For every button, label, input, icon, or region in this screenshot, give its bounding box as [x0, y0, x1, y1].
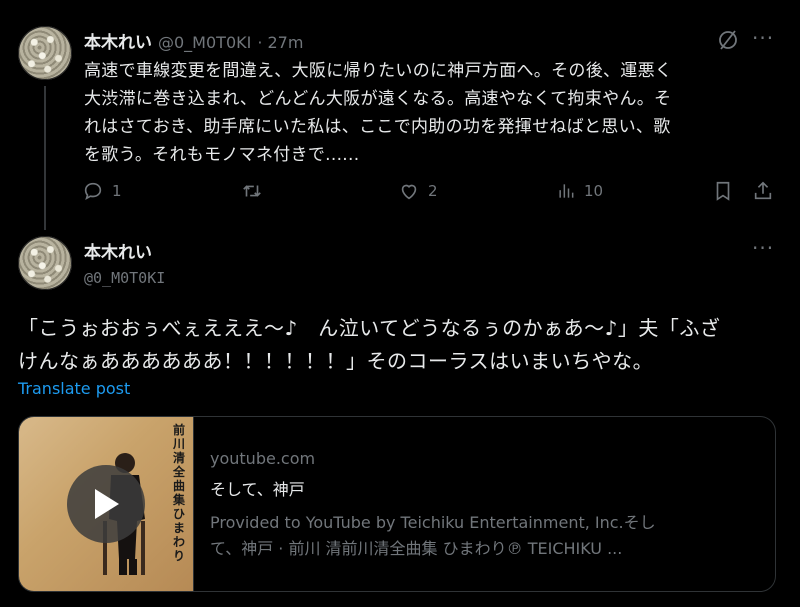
- views-icon: [559, 184, 574, 198]
- like-count: 2: [428, 182, 438, 200]
- tweet2-text: 「こうぉおおぅべぇえええ〜♪ ん泣いてどうなるぅのかぁあ〜♪」夫「ふざ けんなぁ…: [18, 312, 788, 378]
- reply-icon: [84, 182, 102, 201]
- like-button[interactable]: 2: [398, 180, 438, 202]
- reply-button[interactable]: 1: [82, 180, 122, 202]
- more-icon[interactable]: ···: [752, 26, 774, 50]
- play-button[interactable]: [67, 465, 145, 543]
- tweet1-text: 高速で車線変更を間違え、大阪に帰りたいのに神戸方面へ。その後、運悪く 大渋滞に巻…: [84, 57, 784, 169]
- author-handle[interactable]: @0_M0T0KI: [158, 33, 251, 52]
- text-line: れはさておき、助手席にいた私は、ここで内助の功を発揮せねばと思い、歌: [84, 117, 671, 137]
- translate-post-link[interactable]: Translate post: [18, 379, 130, 398]
- card-body: youtube.com そして、神戸 Provided to YouTube b…: [194, 417, 775, 591]
- tweet1-header: 本木れい @0_M0T0KI · 27m: [84, 28, 303, 53]
- text-line: 大渋滞に巻き込まれ、どんどん大阪が遠くなる。高速やなくて拘束やん。そ: [84, 89, 672, 109]
- link-card[interactable]: 前川清全曲集 ひまわり youtube.com そして、神戸 Provided …: [18, 416, 776, 592]
- author-handle[interactable]: @0_M0T0KI: [84, 269, 165, 287]
- text-line: 高速で車線変更を間違え、大阪に帰りたいのに神戸方面へ。その後、運悪く: [84, 61, 673, 81]
- reply-count: 1: [112, 182, 122, 200]
- repost-button[interactable]: [240, 180, 264, 202]
- avatar[interactable]: [18, 236, 72, 290]
- card-domain: youtube.com: [210, 449, 316, 468]
- more-icon[interactable]: ···: [752, 236, 774, 260]
- album-title: 前川清全曲集 ひまわり: [173, 423, 186, 563]
- views-count: 10: [584, 182, 604, 200]
- avatar[interactable]: [18, 26, 72, 80]
- views-button[interactable]: 10: [556, 180, 603, 202]
- bookmark-icon: [716, 181, 730, 201]
- author-name[interactable]: 本木れい: [84, 238, 165, 263]
- post-time[interactable]: · 27m: [257, 33, 303, 52]
- description-line: て、神戸 · 前川 清前川清全曲集 ひまわり℗ TEICHIKU ...: [210, 539, 623, 558]
- grok-icon[interactable]: [716, 28, 740, 52]
- text-line: けんなぁああああああ！！！！！！」そのコーラスはいまいちやな。: [18, 349, 654, 373]
- card-description: Provided to YouTube by Teichiku Entertai…: [210, 510, 775, 562]
- bookmark-button[interactable]: [712, 180, 734, 202]
- card-title: そして、神戸: [210, 480, 305, 499]
- description-line: Provided to YouTube by Teichiku Entertai…: [210, 513, 656, 532]
- tweet2-header: 本木れい @0_M0T0KI: [84, 238, 165, 287]
- play-icon: [95, 489, 119, 519]
- thread-line: [44, 86, 46, 230]
- heart-icon: [401, 184, 417, 200]
- text-line: 「こうぉおおぅべぇえええ〜♪ ん泣いてどうなるぅのかぁあ〜♪」夫「ふざ: [18, 316, 721, 340]
- video-thumbnail[interactable]: 前川清全曲集 ひまわり: [19, 417, 194, 591]
- text-line: を歌う。それもモノマネ付きで......: [84, 145, 360, 165]
- author-name[interactable]: 本木れい: [84, 28, 152, 53]
- share-button[interactable]: [752, 180, 774, 202]
- repost-icon: [243, 185, 261, 197]
- share-icon: [754, 181, 772, 200]
